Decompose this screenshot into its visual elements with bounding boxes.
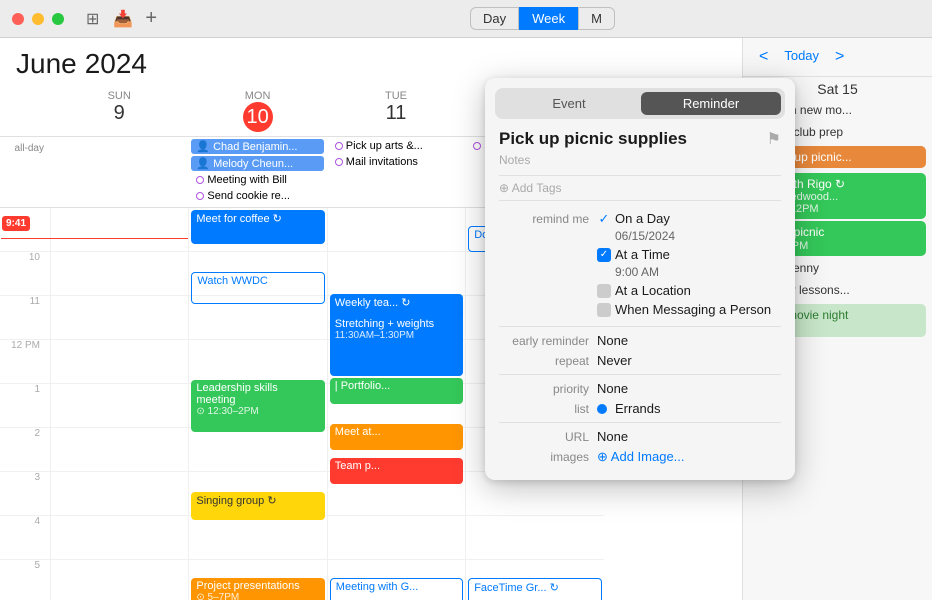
- allday-chad[interactable]: 👤 Chad Benjamin...: [191, 139, 323, 154]
- url-value[interactable]: None: [597, 429, 628, 444]
- location-check[interactable]: [597, 284, 611, 298]
- popup-remind-label: remind me: [499, 211, 589, 226]
- add-image-button[interactable]: ⊕ Add Image...: [597, 449, 685, 465]
- allday-melody[interactable]: 👤 Melody Cheun...: [191, 156, 323, 171]
- sidebar-toggle-icon[interactable]: ⊞: [86, 9, 99, 29]
- prev-month-button[interactable]: <: [753, 46, 774, 68]
- time-gutter: [0, 86, 50, 136]
- close-button[interactable]: [12, 13, 24, 25]
- event-team-p[interactable]: Team p...: [330, 458, 463, 484]
- location-label: At a Location: [615, 283, 691, 298]
- event-portfolio[interactable]: | Portfolio...: [330, 378, 463, 404]
- popup-tabs: Event Reminder: [495, 88, 785, 119]
- day-view-button[interactable]: Day: [470, 7, 519, 30]
- month-view-button[interactable]: M: [578, 7, 615, 30]
- popup-divider2: [499, 374, 781, 375]
- popup-location-row: At a Location: [597, 283, 781, 298]
- images-label: images: [499, 450, 589, 464]
- popup-divider: [499, 326, 781, 327]
- event-leadership[interactable]: Leadership skills meeting ⊙ 12:30–2PM: [191, 380, 324, 432]
- event-project[interactable]: Project presentations ⊙ 5–7PM: [191, 578, 324, 600]
- event-meet-at[interactable]: Meet at...: [330, 424, 463, 450]
- grid-col-mon: Meet for coffee ↻ Watch WWDC Leadership …: [188, 208, 326, 600]
- add-event-button[interactable]: +: [145, 7, 157, 30]
- calendar-month: June: [16, 48, 77, 80]
- url-label: URL: [499, 430, 589, 444]
- sidebar-nav: < Today >: [743, 38, 932, 77]
- repeat-value[interactable]: Never: [597, 353, 632, 368]
- repeat-label: repeat: [499, 354, 589, 368]
- allday-pickup-arts[interactable]: Pick up arts &...: [330, 139, 462, 153]
- day-header-mon[interactable]: Mon 10: [188, 86, 326, 136]
- popup-remind-content: ✓ On a Day 06/15/2024 ✓ At a Time 9:00 A…: [597, 211, 781, 320]
- current-time-badge: 9:41: [2, 216, 30, 231]
- list-label: list: [499, 402, 589, 416]
- allday-mail-inv[interactable]: Mail invitations: [330, 155, 462, 169]
- popup-divider3: [499, 422, 781, 423]
- week-view-button[interactable]: Week: [519, 7, 578, 30]
- popup-title-row: Pick up picnic supplies ⚑: [499, 129, 781, 149]
- popup-remind-me-section: remind me ✓ On a Day 06/15/2024 ✓ At a T…: [499, 211, 781, 320]
- priority-value[interactable]: None: [597, 381, 628, 396]
- allday-send-cookie[interactable]: Send cookie re...: [191, 189, 323, 203]
- allday-sun: [50, 137, 188, 207]
- tab-reminder[interactable]: Reminder: [641, 92, 781, 115]
- list-dot: [597, 404, 607, 414]
- popup-date: 06/15/2024: [597, 229, 781, 243]
- titlebar: ⊞ 📥 + Day Week M: [0, 0, 932, 38]
- popup-time: 9:00 AM: [597, 265, 781, 279]
- sidebar-nav-arrows: < Today >: [753, 46, 850, 68]
- time-labels-col: 9:41 10 11 12 PM 1 2 3 4 5 6: [0, 208, 50, 600]
- popup-messaging-row: When Messaging a Person: [597, 302, 781, 317]
- popup-list-row: list Errands: [499, 401, 781, 416]
- popup-title: Pick up picnic supplies: [499, 129, 687, 149]
- calendar-year: 2024: [85, 48, 147, 80]
- popup-images-row: images ⊕ Add Image...: [499, 449, 781, 465]
- grid-col-tue: Weekly tea... ↻ Stretching + weights 11:…: [327, 208, 465, 600]
- day-header-sun[interactable]: Sun 9: [50, 86, 188, 136]
- allday-meeting-bill[interactable]: Meeting with Bill: [191, 173, 323, 187]
- messaging-check[interactable]: [597, 303, 611, 317]
- event-meeting-g[interactable]: Meeting with G...: [330, 578, 463, 600]
- priority-label: priority: [499, 382, 589, 396]
- grid-col-sun: [50, 208, 188, 600]
- on-a-day-label: On a Day: [615, 211, 670, 226]
- next-month-button[interactable]: >: [829, 46, 850, 68]
- popup-url-row: URL None: [499, 429, 781, 444]
- popup-on-a-day-row: ✓ On a Day: [597, 211, 781, 226]
- maximize-button[interactable]: [52, 13, 64, 25]
- on-a-day-check[interactable]: ✓: [597, 212, 611, 226]
- list-value[interactable]: Errands: [615, 401, 661, 416]
- event-watch-wwdc[interactable]: Watch WWDC: [191, 272, 324, 304]
- event-singing[interactable]: Singing group ↻: [191, 492, 324, 520]
- inbox-icon[interactable]: 📥: [113, 9, 133, 29]
- event-facetime[interactable]: FaceTime Gr... ↻: [468, 578, 601, 600]
- popup-early-reminder-row: early reminder None: [499, 333, 781, 348]
- popup-repeat-row: repeat Never: [499, 353, 781, 368]
- early-reminder-value[interactable]: None: [597, 333, 628, 348]
- at-time-label: At a Time: [615, 247, 670, 262]
- allday-mon: 👤 Chad Benjamin... 👤 Melody Cheun... Mee…: [188, 137, 326, 207]
- today-button[interactable]: Today: [778, 46, 825, 68]
- popup-flag-icon[interactable]: ⚑: [767, 129, 781, 149]
- day-header-tue[interactable]: Tue 11: [327, 86, 465, 136]
- allday-tue: Pick up arts &... Mail invitations: [327, 137, 465, 207]
- at-time-check[interactable]: ✓: [597, 248, 611, 262]
- early-reminder-label: early reminder: [499, 334, 589, 348]
- popup-tags[interactable]: ⊕ Add Tags: [499, 175, 781, 201]
- event-stretching[interactable]: Stretching + weights 11:30AM–1:30PM: [330, 316, 463, 376]
- messaging-label: When Messaging a Person: [615, 302, 771, 317]
- tab-event[interactable]: Event: [499, 92, 639, 115]
- popup-notes[interactable]: Notes: [499, 153, 781, 167]
- allday-label: all-day: [0, 137, 50, 207]
- minimize-button[interactable]: [32, 13, 44, 25]
- popup-priority-row: priority None: [499, 381, 781, 396]
- popup-body: Pick up picnic supplies ⚑ Notes ⊕ Add Ta…: [485, 119, 795, 480]
- popup-at-time-row: ✓ At a Time: [597, 247, 781, 262]
- reminder-popup[interactable]: Event Reminder Pick up picnic supplies ⚑…: [485, 78, 795, 480]
- event-meet-coffee[interactable]: Meet for coffee ↻: [191, 210, 324, 244]
